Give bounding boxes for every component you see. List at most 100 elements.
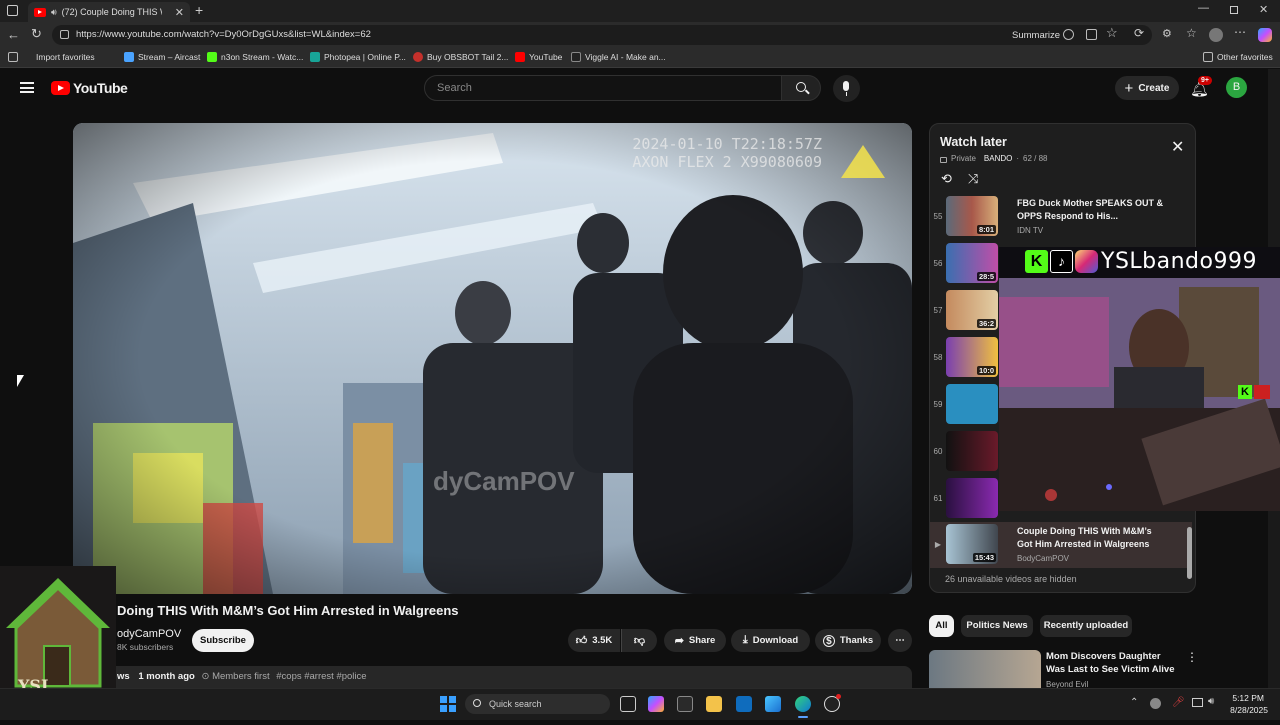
profile-avatar-icon[interactable] [1209,28,1223,42]
menu-icon[interactable] [20,82,34,93]
copilot-taskbar-icon[interactable] [648,696,664,712]
playlist-owner[interactable]: BANDO [984,154,1012,163]
copilot-sidebar-icon[interactable] [1258,28,1272,42]
playlist-position: 62 / 88 [1023,154,1048,163]
recommendation-title[interactable]: Mom Discovers Daughter Was Last to See V… [1046,651,1176,676]
download-icon: ⤓ [742,634,748,646]
playlist-item-title: Couple Doing THIS With M&M’s Got Him Arr… [1017,526,1152,549]
more-actions-button[interactable]: ⋯ [888,629,912,652]
share-button[interactable]: ➦ Share [664,629,726,652]
playlist-item-current[interactable]: ▶ 15:43 Couple Doing THIS With M&M’s Got… [930,522,1192,568]
extension-icon[interactable]: ⚙ [1162,27,1172,40]
recommendation-menu-icon[interactable]: ⋮ [1186,650,1198,664]
close-window-icon[interactable]: ✕ [1259,3,1268,16]
notification-badge: 9+ [1198,76,1212,85]
chip-recently-uploaded[interactable]: Recently uploaded [1040,615,1132,637]
taskbar-search-placeholder: Quick search [489,699,542,709]
site-info-icon[interactable] [60,30,69,39]
description-box[interactable]: ws 1 month ago ⊙ Members first #cops #ar… [73,666,912,688]
other-favorites[interactable]: Other favorites [1203,52,1273,62]
audio-icon[interactable]: 🔊︎ [51,7,57,18]
favorite-star-icon[interactable]: ☆ [1106,25,1118,41]
recommendation-thumbnail[interactable] [929,650,1041,688]
search-icon [473,699,481,707]
voice-search-button[interactable] [833,75,860,102]
bookmark-youtube[interactable]: YouTube [515,52,562,62]
chip-politics-news[interactable]: Politics News [961,615,1033,637]
volume-icon[interactable]: 🔊︎ [1208,696,1214,707]
viggle-icon [571,52,581,62]
search-button[interactable] [781,75,821,101]
subscribe-button[interactable]: Subscribe [192,629,254,652]
display-tray-icon[interactable] [1192,698,1203,707]
account-avatar[interactable]: B [1226,77,1247,98]
like-button[interactable]: 👍︎ 3.5K [568,629,620,652]
reader-icon[interactable] [1086,29,1097,40]
search-input[interactable]: Search [424,75,782,101]
file-explorer-icon[interactable] [706,696,722,712]
refresh-extension-icon[interactable]: ⟳ [1134,26,1144,40]
shuffle-icon[interactable]: ⤨ [968,171,978,187]
minimize-icon[interactable]: — [1198,2,1209,14]
notifications-button[interactable]: 🔔︎ 9+ [1190,76,1212,99]
members-icon: ⊙ [201,671,210,682]
bookmark-photopea[interactable]: Photopea | Online P... [310,52,406,62]
webcam-feed [999,278,1280,511]
bookmark-viggle[interactable]: Viggle AI - Make an... [571,52,666,62]
youtube-logo[interactable]: YouTube [51,80,128,96]
playlist-item-index: 57 [933,306,943,315]
restore-icon[interactable] [1230,6,1238,14]
microphone-tray-icon[interactable]: 🎤︎ [1172,697,1185,708]
favorites-icon[interactable]: ☆ [1186,26,1197,40]
close-playlist-icon[interactable]: ✕ [1171,137,1184,157]
download-button[interactable]: ⤓ Download [731,629,810,652]
timestamp-line2: AXON FLEX 2 X99080609 [632,153,822,171]
more-menu-icon[interactable]: ⋯ [1234,25,1246,39]
address-toolbar: ← ↻ https://www.youtube.com/watch?v=Dy0O… [0,22,1280,49]
tab-close-icon[interactable]: ✕ [175,6,184,19]
hashtags[interactable]: #cops #arrest #police [276,671,366,682]
chip-all[interactable]: All [929,615,954,637]
video-overlay-timestamp: 2024-01-10 T22:18:57Z AXON FLEX 2 X99080… [632,135,822,171]
video-player[interactable]: 2024-01-10 T22:18:57Z AXON FLEX 2 X99080… [73,123,912,594]
bookmark-obsbot[interactable]: Buy OBSBOT Tail 2... [413,52,508,62]
mouse-cursor-icon [17,375,24,387]
thanks-button[interactable]: $ Thanks [815,629,881,652]
task-view-icon[interactable] [620,696,636,712]
taskbar-search-input[interactable]: Quick search [465,694,610,714]
playlist-duration: 15:43 [972,553,996,562]
create-button[interactable]: + Create [1115,76,1179,100]
outlook-icon[interactable] [736,696,752,712]
dislike-button[interactable]: 👎︎ [621,629,657,652]
bookmark-import[interactable]: Import favorites [8,52,95,62]
channel-name[interactable]: odyCamPOV [117,628,181,640]
start-icon[interactable] [440,696,456,712]
new-tab-icon[interactable]: + [195,2,203,18]
more-horizontal-icon: ⋯ [895,635,905,646]
bookmark-aircast[interactable]: Stream – Aircast [124,52,200,62]
bookmark-n3on[interactable]: n3on Stream - Watc... [207,52,303,62]
store-icon[interactable] [677,696,693,712]
playlist-item[interactable]: 55 8:01 FBG Duck Mother SPEAKS OUT & OPP… [930,194,1192,240]
playlist-title[interactable]: Watch later [940,135,1007,149]
tab-actions-icon[interactable] [7,5,18,16]
bookmark-label: Photopea | Online P... [324,52,406,62]
copilot-icon[interactable] [1063,29,1074,40]
browser-tab-strip: 🔊︎ (72) Couple Doing THIS With ✕ + — ✕ [0,0,1280,22]
playlist-separator: · [1016,154,1020,163]
clock-time[interactable]: 5:12 PM [1230,693,1264,703]
view-count: ws [117,671,130,682]
photos-icon[interactable] [765,696,781,712]
tiktok-icon: ♪ [1050,250,1073,273]
tray-app-icon[interactable] [1150,698,1161,709]
back-icon[interactable]: ← [7,27,20,42]
summarize-button[interactable]: Summarize [1012,30,1060,41]
clock-date[interactable]: 8/28/2025 [1226,705,1268,715]
refresh-icon[interactable]: ↻ [31,26,42,42]
edge-icon[interactable] [795,696,811,712]
tray-expand-icon[interactable]: ⌃ [1130,697,1138,708]
address-bar[interactable]: https://www.youtube.com/watch?v=Dy0OrDgG… [52,25,1152,45]
kick-icon: K [1025,250,1048,273]
loop-icon[interactable]: ⟲ [941,171,952,187]
browser-tab-active[interactable]: 🔊︎ (72) Couple Doing THIS With ✕ [28,2,190,22]
